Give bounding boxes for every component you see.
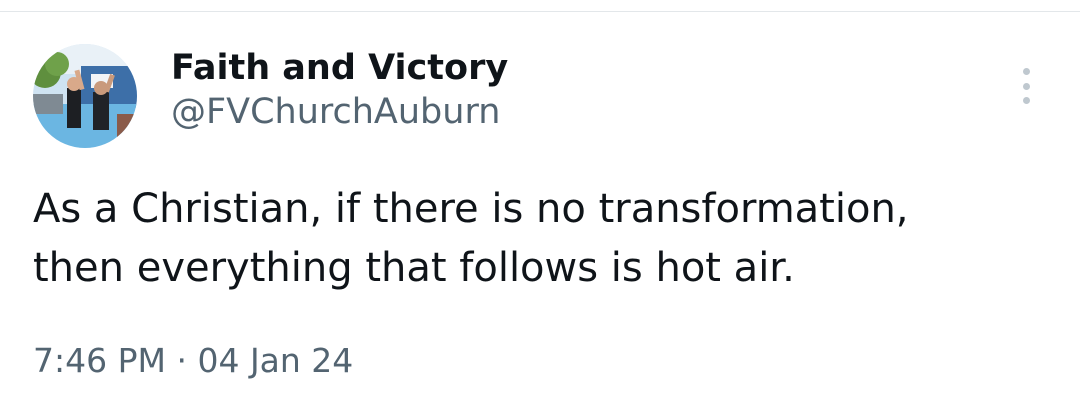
tweet-timestamp[interactable]: 7:46 PM · 04 Jan 24 bbox=[33, 339, 353, 383]
more-vertical-icon-dot bbox=[1022, 82, 1030, 90]
author-avatar[interactable] bbox=[33, 44, 137, 148]
tweet-text-line: As a Christian, if there is no transform… bbox=[33, 186, 909, 232]
tweet-text: As a Christian, if there is no transform… bbox=[33, 180, 1053, 298]
author-handle[interactable]: @FVChurchAuburn bbox=[171, 90, 508, 134]
tweet-text-line: then everything that follows is hot air. bbox=[33, 245, 795, 291]
more-options-button[interactable] bbox=[1008, 66, 1044, 106]
author-block[interactable]: Faith and Victory @FVChurchAuburn bbox=[171, 46, 508, 134]
tweet-date: 04 Jan 24 bbox=[197, 341, 354, 380]
author-display-name[interactable]: Faith and Victory bbox=[171, 46, 508, 90]
timestamp-separator: · bbox=[176, 341, 187, 380]
top-divider bbox=[0, 11, 1080, 12]
more-vertical-icon bbox=[1022, 68, 1030, 75]
profile-photo-icon bbox=[33, 44, 137, 148]
more-vertical-icon-dot bbox=[1022, 97, 1030, 104]
tweet-time: 7:46 PM bbox=[33, 341, 166, 380]
